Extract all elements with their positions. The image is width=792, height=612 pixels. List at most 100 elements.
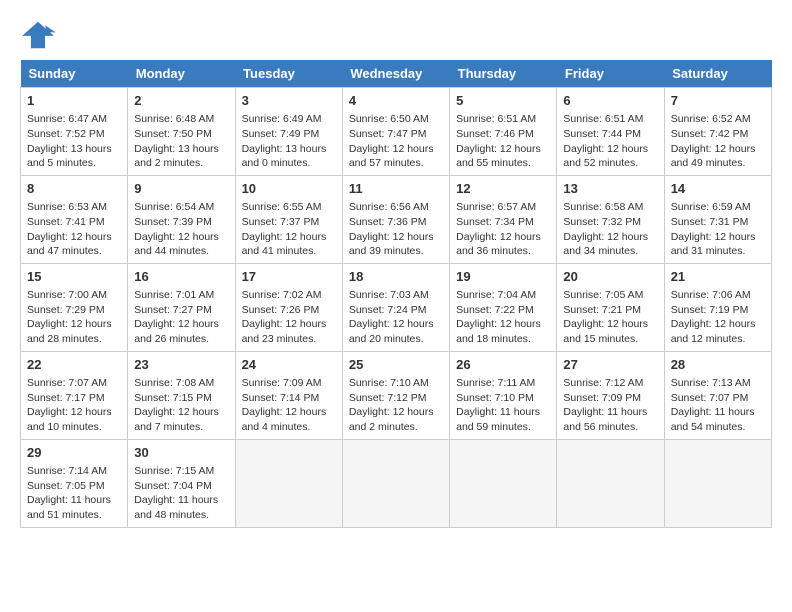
day-number: 11 bbox=[349, 180, 443, 198]
calendar-cell: 6 Sunrise: 6:51 AM Sunset: 7:44 PM Daylig… bbox=[557, 88, 664, 176]
day-info: Sunrise: 7:07 AM Sunset: 7:17 PM Dayligh… bbox=[27, 376, 121, 435]
day-number: 23 bbox=[134, 356, 228, 374]
calendar-cell: 17 Sunrise: 7:02 AM Sunset: 7:26 PM Dayli… bbox=[235, 263, 342, 351]
day-number: 13 bbox=[563, 180, 657, 198]
column-header-thursday: Thursday bbox=[450, 60, 557, 88]
day-info: Sunrise: 7:13 AM Sunset: 7:07 PM Dayligh… bbox=[671, 376, 765, 435]
calendar-cell: 29 Sunrise: 7:14 AM Sunset: 7:05 PM Dayli… bbox=[21, 439, 128, 527]
day-info: Sunrise: 6:55 AM Sunset: 7:37 PM Dayligh… bbox=[242, 200, 336, 259]
day-info: Sunrise: 6:48 AM Sunset: 7:50 PM Dayligh… bbox=[134, 112, 228, 171]
day-info: Sunrise: 6:54 AM Sunset: 7:39 PM Dayligh… bbox=[134, 200, 228, 259]
day-number: 6 bbox=[563, 92, 657, 110]
day-number: 20 bbox=[563, 268, 657, 286]
day-number: 28 bbox=[671, 356, 765, 374]
day-info: Sunrise: 7:03 AM Sunset: 7:24 PM Dayligh… bbox=[349, 288, 443, 347]
day-info: Sunrise: 6:51 AM Sunset: 7:44 PM Dayligh… bbox=[563, 112, 657, 171]
day-info: Sunrise: 7:05 AM Sunset: 7:21 PM Dayligh… bbox=[563, 288, 657, 347]
day-number: 24 bbox=[242, 356, 336, 374]
day-number: 2 bbox=[134, 92, 228, 110]
day-number: 29 bbox=[27, 444, 121, 462]
day-number: 26 bbox=[456, 356, 550, 374]
day-info: Sunrise: 6:59 AM Sunset: 7:31 PM Dayligh… bbox=[671, 200, 765, 259]
day-number: 17 bbox=[242, 268, 336, 286]
calendar-cell: 11 Sunrise: 6:56 AM Sunset: 7:36 PM Dayli… bbox=[342, 175, 449, 263]
day-info: Sunrise: 7:06 AM Sunset: 7:19 PM Dayligh… bbox=[671, 288, 765, 347]
day-info: Sunrise: 7:12 AM Sunset: 7:09 PM Dayligh… bbox=[563, 376, 657, 435]
calendar-cell: 16Sunrise: 7:01 AM Sunset: 7:27 PM Dayli… bbox=[128, 263, 235, 351]
day-number: 4 bbox=[349, 92, 443, 110]
logo bbox=[20, 20, 60, 50]
day-info: Sunrise: 6:52 AM Sunset: 7:42 PM Dayligh… bbox=[671, 112, 765, 171]
day-number: 12 bbox=[456, 180, 550, 198]
column-header-wednesday: Wednesday bbox=[342, 60, 449, 88]
column-header-monday: Monday bbox=[128, 60, 235, 88]
column-header-friday: Friday bbox=[557, 60, 664, 88]
day-info: Sunrise: 6:49 AM Sunset: 7:49 PM Dayligh… bbox=[242, 112, 336, 171]
calendar-cell: 22 Sunrise: 7:07 AM Sunset: 7:17 PM Dayli… bbox=[21, 351, 128, 439]
day-number: 22 bbox=[27, 356, 121, 374]
week-row: 29 Sunrise: 7:14 AM Sunset: 7:05 PM Dayli… bbox=[21, 439, 772, 527]
calendar-cell: 24 Sunrise: 7:09 AM Sunset: 7:14 PM Dayli… bbox=[235, 351, 342, 439]
calendar-cell: 23 Sunrise: 7:08 AM Sunset: 7:15 PM Dayli… bbox=[128, 351, 235, 439]
calendar-cell: 26 Sunrise: 7:11 AM Sunset: 7:10 PM Dayli… bbox=[450, 351, 557, 439]
day-info: Sunrise: 6:53 AM Sunset: 7:41 PM Dayligh… bbox=[27, 200, 121, 259]
day-number: 14 bbox=[671, 180, 765, 198]
calendar-cell: 10 Sunrise: 6:55 AM Sunset: 7:37 PM Dayli… bbox=[235, 175, 342, 263]
day-info: Sunrise: 6:58 AM Sunset: 7:32 PM Dayligh… bbox=[563, 200, 657, 259]
day-number: 7 bbox=[671, 92, 765, 110]
day-number: 18 bbox=[349, 268, 443, 286]
calendar-cell: 30 Sunrise: 7:15 AM Sunset: 7:04 PM Dayli… bbox=[128, 439, 235, 527]
calendar-table: SundayMondayTuesdayWednesdayThursdayFrid… bbox=[20, 60, 772, 528]
header bbox=[20, 20, 772, 50]
day-info: Sunrise: 6:57 AM Sunset: 7:34 PM Dayligh… bbox=[456, 200, 550, 259]
calendar-cell: 25Sunrise: 7:10 AM Sunset: 7:12 PM Dayli… bbox=[342, 351, 449, 439]
day-number: 3 bbox=[242, 92, 336, 110]
day-number: 9 bbox=[134, 180, 228, 198]
day-info: Sunrise: 7:04 AM Sunset: 7:22 PM Dayligh… bbox=[456, 288, 550, 347]
calendar-cell: 9 Sunrise: 6:54 AM Sunset: 7:39 PM Daylig… bbox=[128, 175, 235, 263]
calendar-cell: 12 Sunrise: 6:57 AM Sunset: 7:34 PM Dayli… bbox=[450, 175, 557, 263]
calendar-cell: 3 Sunrise: 6:49 AM Sunset: 7:49 PM Daylig… bbox=[235, 88, 342, 176]
day-info: Sunrise: 7:10 AM Sunset: 7:12 PM Dayligh… bbox=[349, 376, 443, 435]
calendar-cell: 4 Sunrise: 6:50 AM Sunset: 7:47 PM Daylig… bbox=[342, 88, 449, 176]
day-number: 21 bbox=[671, 268, 765, 286]
calendar-cell: 15 Sunrise: 7:00 AM Sunset: 7:29 PM Dayli… bbox=[21, 263, 128, 351]
calendar-cell bbox=[557, 439, 664, 527]
day-info: Sunrise: 7:08 AM Sunset: 7:15 PM Dayligh… bbox=[134, 376, 228, 435]
calendar-cell bbox=[664, 439, 771, 527]
day-number: 8 bbox=[27, 180, 121, 198]
day-info: Sunrise: 7:01 AM Sunset: 7:27 PM Dayligh… bbox=[134, 288, 228, 347]
day-number: 1 bbox=[27, 92, 121, 110]
day-number: 5 bbox=[456, 92, 550, 110]
calendar-cell: 20 Sunrise: 7:05 AM Sunset: 7:21 PM Dayli… bbox=[557, 263, 664, 351]
calendar-cell bbox=[342, 439, 449, 527]
day-info: Sunrise: 6:50 AM Sunset: 7:47 PM Dayligh… bbox=[349, 112, 443, 171]
day-number: 10 bbox=[242, 180, 336, 198]
calendar-cell: 13 Sunrise: 6:58 AM Sunset: 7:32 PM Dayli… bbox=[557, 175, 664, 263]
day-number: 27 bbox=[563, 356, 657, 374]
day-info: Sunrise: 7:11 AM Sunset: 7:10 PM Dayligh… bbox=[456, 376, 550, 435]
day-info: Sunrise: 6:51 AM Sunset: 7:46 PM Dayligh… bbox=[456, 112, 550, 171]
week-row: 1 Sunrise: 6:47 AM Sunset: 7:52 PM Daylig… bbox=[21, 88, 772, 176]
day-info: Sunrise: 7:00 AM Sunset: 7:29 PM Dayligh… bbox=[27, 288, 121, 347]
calendar-cell: 18 Sunrise: 7:03 AM Sunset: 7:24 PM Dayli… bbox=[342, 263, 449, 351]
day-number: 15 bbox=[27, 268, 121, 286]
day-info: Sunrise: 7:02 AM Sunset: 7:26 PM Dayligh… bbox=[242, 288, 336, 347]
day-info: Sunrise: 7:14 AM Sunset: 7:05 PM Dayligh… bbox=[27, 464, 121, 523]
header-row: SundayMondayTuesdayWednesdayThursdayFrid… bbox=[21, 60, 772, 88]
calendar-cell: 5 Sunrise: 6:51 AM Sunset: 7:46 PM Daylig… bbox=[450, 88, 557, 176]
day-info: Sunrise: 6:56 AM Sunset: 7:36 PM Dayligh… bbox=[349, 200, 443, 259]
week-row: 8 Sunrise: 6:53 AM Sunset: 7:41 PM Daylig… bbox=[21, 175, 772, 263]
day-info: Sunrise: 6:47 AM Sunset: 7:52 PM Dayligh… bbox=[27, 112, 121, 171]
day-info: Sunrise: 7:15 AM Sunset: 7:04 PM Dayligh… bbox=[134, 464, 228, 523]
day-number: 30 bbox=[134, 444, 228, 462]
calendar-cell: 2 Sunrise: 6:48 AM Sunset: 7:50 PM Daylig… bbox=[128, 88, 235, 176]
day-info: Sunrise: 7:09 AM Sunset: 7:14 PM Dayligh… bbox=[242, 376, 336, 435]
calendar-cell: 28 Sunrise: 7:13 AM Sunset: 7:07 PM Dayli… bbox=[664, 351, 771, 439]
calendar-cell: 19 Sunrise: 7:04 AM Sunset: 7:22 PM Dayli… bbox=[450, 263, 557, 351]
calendar-cell: 21 Sunrise: 7:06 AM Sunset: 7:19 PM Dayli… bbox=[664, 263, 771, 351]
column-header-sunday: Sunday bbox=[21, 60, 128, 88]
column-header-tuesday: Tuesday bbox=[235, 60, 342, 88]
day-number: 19 bbox=[456, 268, 550, 286]
calendar-cell: 1 Sunrise: 6:47 AM Sunset: 7:52 PM Daylig… bbox=[21, 88, 128, 176]
